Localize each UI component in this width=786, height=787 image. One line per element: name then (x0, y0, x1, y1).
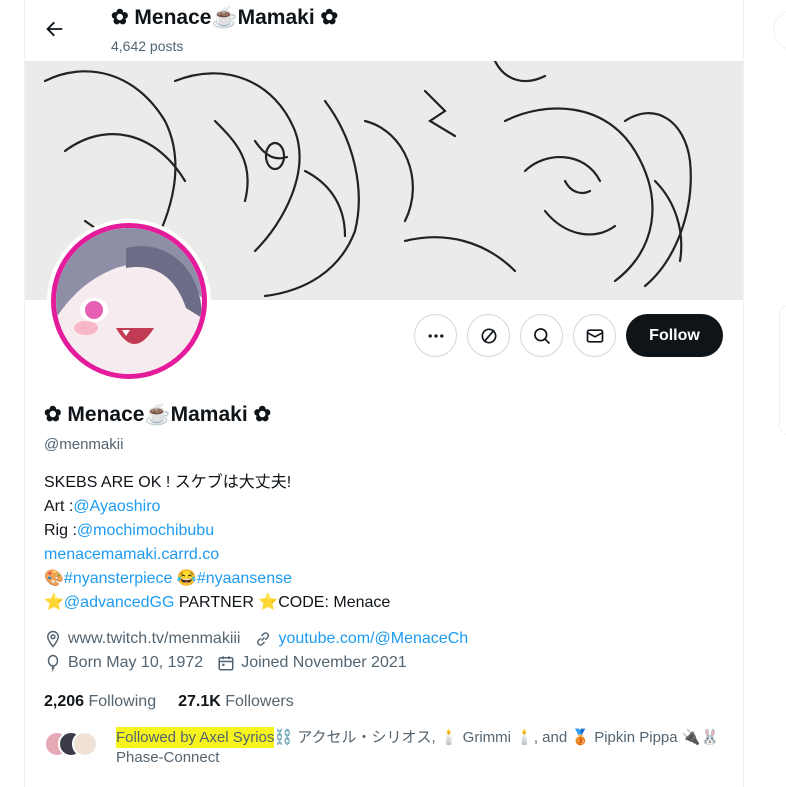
back-arrow-icon (46, 21, 63, 37)
joined-text: Joined November 2021 (241, 654, 407, 671)
message-icon (586, 328, 603, 343)
art-mention-link[interactable]: @Ayaoshiro (73, 498, 160, 515)
meta-joined: Joined November 2021 (217, 654, 407, 672)
followers-count: 27.1K (178, 693, 221, 710)
calendar-icon (218, 656, 234, 671)
meta-location: www.twitch.tv/menmakiii (44, 630, 240, 648)
palette-emoji: 🎨 (44, 570, 64, 587)
follower-avatars (44, 731, 102, 757)
avatar-image (51, 223, 207, 379)
bio-art-label: Art : (44, 498, 74, 515)
bio-line-site: menacemamaki.carrd.co (44, 543, 390, 567)
advancedgg-link[interactable]: @advancedGG (64, 594, 175, 611)
follower-avatar (72, 731, 98, 757)
display-name: ✿ Menace☕Mamaki ✿ (44, 403, 272, 426)
following-stat[interactable]: 2,206 Following (44, 693, 156, 711)
profile-stats: 2,206 Following 27.1K Followers (44, 693, 294, 711)
header-title: ✿ Menace☕Mamaki ✿ (111, 6, 339, 29)
followers-label: Followers (225, 693, 294, 710)
location-icon (46, 630, 60, 648)
following-label: Following (88, 693, 157, 710)
partner-text: PARTNER (174, 594, 259, 611)
bio-line-1: SKEBS ARE OK ! スケブは大丈夫! (44, 474, 292, 491)
profile-meta-row-2: Born May 10, 1972 Joined November 2021 (44, 654, 421, 672)
right-rail-element (773, 10, 786, 50)
code-text: CODE: Menace (278, 594, 391, 611)
birthday-text: Born May 10, 1972 (68, 654, 204, 671)
location-text: www.twitch.tv/menmakiii (68, 630, 241, 647)
link-icon (257, 632, 270, 646)
search-profile-button[interactable] (520, 314, 563, 357)
followed-by-text: Followed by Axel Syrios⛓️ アクセル・シリオス, 🕯️ … (116, 727, 736, 768)
subscribe-icon (481, 328, 496, 343)
meta-birthday: Born May 10, 1972 (44, 654, 203, 672)
profile-bio: SKEBS ARE OK ! スケブは大丈夫! Art :@Ayaoshiro … (44, 471, 390, 615)
hashtag-nyansterpiece[interactable]: #nyansterpiece (64, 570, 173, 587)
search-icon (533, 327, 550, 344)
back-button[interactable] (32, 11, 76, 47)
user-handle: @menmakii (44, 436, 124, 453)
more-button[interactable] (414, 314, 457, 357)
meta-website: youtube.com/@MenaceCh (254, 630, 468, 648)
profile-meta-row-1: www.twitch.tv/menmakiii youtube.com/@Men… (44, 630, 482, 648)
follow-button[interactable]: Follow (626, 314, 723, 357)
right-rail-panel (779, 305, 786, 435)
website-link[interactable]: youtube.com/@MenaceCh (278, 630, 468, 648)
bio-rig-label: Rig : (44, 522, 77, 539)
hashtag-nyaansense[interactable]: #nyaansense (197, 570, 292, 587)
bio-line-rig: Rig :@mochimochibubu (44, 519, 390, 543)
balloon-icon (47, 654, 59, 672)
bio-line-art: Art :@Ayaoshiro (44, 495, 390, 519)
more-icon (428, 333, 443, 338)
profile-avatar[interactable] (47, 219, 211, 383)
header-posts-count: 4,642 posts (111, 38, 184, 54)
bio-line-hashtags: 🎨#nyansterpiece 😂#nyaansense (44, 567, 390, 591)
carrd-link[interactable]: menacemamaki.carrd.co (44, 546, 219, 563)
bio-line-partner: ⭐@advancedGG PARTNER ⭐CODE: Menace (44, 591, 390, 615)
profile-actions: Follow (414, 314, 723, 357)
followers-stat[interactable]: 27.1K Followers (178, 693, 294, 711)
star-emoji-2: ⭐ (258, 594, 279, 611)
subscribe-button[interactable] (467, 314, 510, 357)
laughing-emoji: 😂 (176, 570, 197, 587)
followed-by-highlight: Followed by Axel Syrios (116, 727, 275, 748)
message-button[interactable] (573, 314, 616, 357)
following-count: 2,206 (44, 693, 85, 710)
rig-mention-link[interactable]: @mochimochibubu (77, 522, 214, 539)
star-emoji: ⭐ (44, 594, 64, 611)
